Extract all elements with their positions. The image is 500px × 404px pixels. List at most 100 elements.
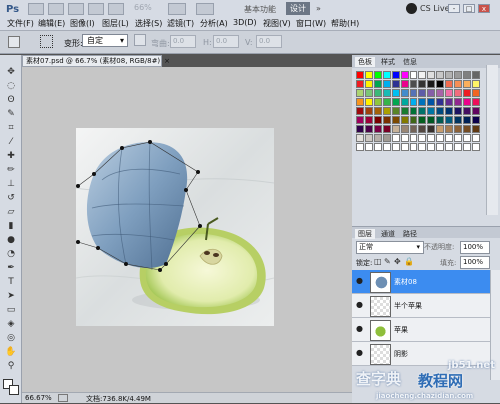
visibility-eye-icon[interactable]: ● [356, 325, 366, 333]
color-swatch[interactable] [427, 71, 436, 79]
color-swatch[interactable] [463, 116, 472, 124]
color-swatch[interactable] [373, 143, 382, 151]
color-swatch[interactable] [436, 116, 445, 124]
color-swatch[interactable] [382, 116, 391, 124]
background-color-swatch[interactable] [9, 385, 19, 395]
color-swatch[interactable] [356, 71, 364, 79]
history-brush-tool-icon[interactable]: ↺ [5, 193, 17, 203]
color-swatch[interactable] [364, 107, 373, 115]
color-swatch[interactable] [445, 134, 454, 142]
3d-rotate-tool-icon[interactable]: ◈ [5, 319, 17, 329]
color-swatch[interactable] [454, 143, 463, 151]
color-swatch[interactable] [391, 125, 400, 133]
color-swatch[interactable] [409, 98, 418, 106]
view-extras-icon[interactable] [68, 3, 84, 15]
color-swatch[interactable] [436, 71, 445, 79]
eraser-tool-icon[interactable]: ▱ [5, 207, 17, 217]
mini-bridge-icon[interactable] [48, 3, 64, 15]
color-swatch[interactable] [364, 80, 373, 88]
zoom-tool-icon[interactable]: ⚲ [5, 361, 17, 371]
color-swatch[interactable] [418, 98, 427, 106]
healing-brush-tool-icon[interactable]: ✚ [5, 151, 17, 161]
color-swatch[interactable] [382, 107, 391, 115]
color-swatch[interactable] [400, 80, 409, 88]
color-swatch[interactable] [463, 89, 472, 97]
color-swatch[interactable] [445, 80, 454, 88]
menu-view[interactable]: 视图(V) [263, 18, 291, 29]
color-swatch[interactable] [418, 80, 427, 88]
layer-row-apple[interactable]: ● 苹果 [352, 318, 490, 342]
type-tool-icon[interactable]: T [5, 277, 17, 287]
tab-swatches[interactable]: 色板 [355, 57, 375, 67]
color-swatch[interactable] [409, 107, 418, 115]
color-swatch[interactable] [391, 134, 400, 142]
color-swatch[interactable] [418, 116, 427, 124]
dodge-tool-icon[interactable]: ◔ [5, 249, 17, 259]
hand-tool-icon[interactable]: ✋ [5, 347, 17, 357]
workspace-essentials[interactable]: 基本功能 [244, 4, 276, 15]
marquee-tool-icon[interactable]: ◌ [5, 81, 17, 91]
close-document-icon[interactable]: × [164, 57, 170, 65]
zoom-level-icon[interactable] [88, 3, 104, 15]
reference-point-icon[interactable] [40, 35, 53, 48]
color-swatch[interactable] [436, 107, 445, 115]
document-canvas[interactable] [76, 128, 274, 326]
color-swatch[interactable] [427, 98, 436, 106]
maximize-button[interactable]: □ [463, 4, 475, 13]
color-swatch[interactable] [391, 116, 400, 124]
lasso-tool-icon[interactable]: ʘ [5, 95, 17, 105]
color-swatch[interactable] [400, 71, 409, 79]
menu-help[interactable]: 帮助(H) [331, 18, 359, 29]
color-swatch[interactable] [400, 89, 409, 97]
color-swatch[interactable] [382, 134, 391, 142]
menu-edit[interactable]: 编辑(E) [38, 18, 65, 29]
menu-3d[interactable]: 3D(D) [233, 18, 257, 27]
color-swatch[interactable] [391, 98, 400, 106]
visibility-eye-icon[interactable]: ● [356, 301, 366, 309]
blend-mode-select[interactable]: 正常 ▾ [356, 241, 424, 254]
brush-tool-icon[interactable]: ✏ [5, 165, 17, 175]
color-swatch[interactable] [436, 125, 445, 133]
color-swatch[interactable] [445, 143, 454, 151]
color-swatch[interactable] [418, 71, 427, 79]
pen-tool-icon[interactable]: ✒ [5, 263, 17, 273]
color-swatch[interactable] [373, 125, 382, 133]
color-swatch[interactable] [454, 98, 463, 106]
color-swatch[interactable] [463, 98, 472, 106]
color-swatch[interactable] [454, 71, 463, 79]
tab-channels[interactable]: 通道 [378, 229, 398, 239]
color-swatch[interactable] [400, 98, 409, 106]
layer-row-half-apple[interactable]: ● 半个苹果 [352, 294, 490, 318]
color-swatch[interactable] [391, 80, 400, 88]
bend-field[interactable]: 0.0 [170, 35, 196, 48]
menu-filter[interactable]: 滤镜(T) [167, 18, 194, 29]
color-swatch[interactable] [427, 125, 436, 133]
menu-image[interactable]: 图像(I) [70, 18, 95, 29]
document-tab[interactable]: 素材07.psd @ 66.7% (素材08, RGB/8#) × [22, 55, 170, 67]
color-swatch[interactable] [382, 143, 391, 151]
tab-styles[interactable]: 样式 [378, 57, 398, 67]
color-swatch[interactable] [364, 71, 373, 79]
v-distortion-field[interactable]: 0.0 [256, 35, 282, 48]
color-swatch[interactable] [391, 71, 400, 79]
color-swatch[interactable] [472, 143, 480, 151]
color-swatch[interactable] [409, 116, 418, 124]
color-swatch[interactable] [400, 143, 409, 151]
color-swatch[interactable] [454, 125, 463, 133]
color-swatch[interactable] [356, 80, 364, 88]
tab-paths[interactable]: 路径 [400, 229, 420, 239]
color-swatch[interactable] [472, 134, 480, 142]
color-swatch[interactable] [418, 107, 427, 115]
color-swatch[interactable] [472, 89, 480, 97]
color-swatch[interactable] [409, 89, 418, 97]
color-swatch[interactable] [382, 71, 391, 79]
crop-tool-icon[interactable]: ⌗ [5, 123, 17, 133]
move-tool-icon[interactable]: ✥ [5, 67, 17, 77]
warp-style-select[interactable]: 自定 ▾ [82, 34, 128, 47]
color-swatch[interactable] [418, 89, 427, 97]
color-swatch[interactable] [436, 80, 445, 88]
tab-info[interactable]: 信息 [400, 57, 420, 67]
h-distortion-field[interactable]: 0.0 [213, 35, 239, 48]
menu-analysis[interactable]: 分析(A) [200, 18, 228, 29]
color-swatch[interactable] [463, 143, 472, 151]
